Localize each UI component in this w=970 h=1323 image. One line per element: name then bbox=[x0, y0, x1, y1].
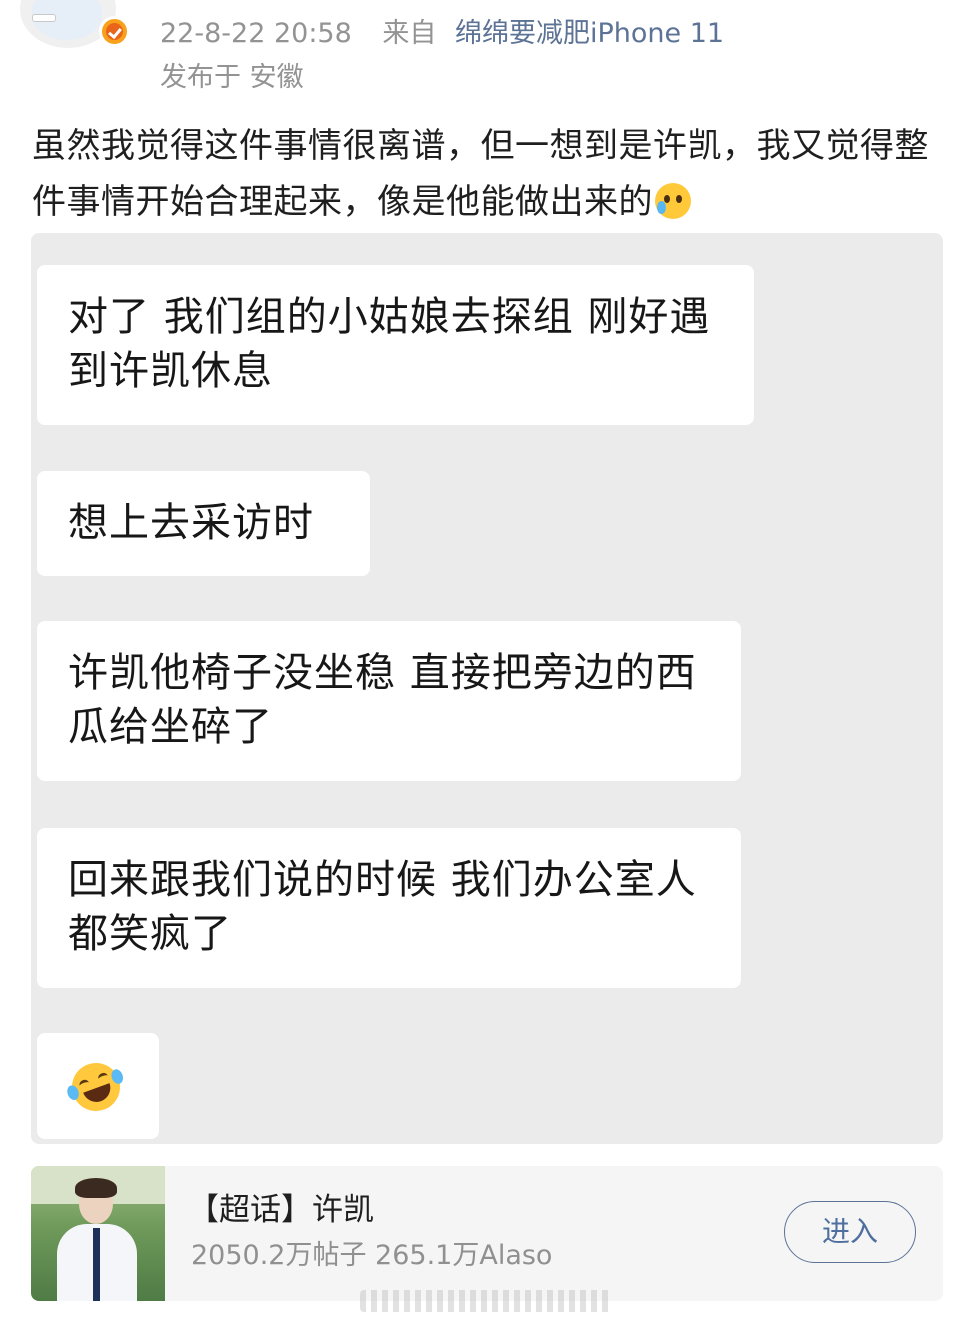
chat-bubble: 许凯他椅子没坐稳 直接把旁边的西瓜给坐碎了 bbox=[37, 621, 741, 781]
post-source-label: 来自 bbox=[382, 18, 437, 49]
chat-bubble: 想上去采访时 bbox=[37, 471, 370, 576]
chat-bubble-emoji bbox=[37, 1033, 159, 1139]
post-device-link[interactable]: 绵绵要减肥iPhone 11 bbox=[455, 18, 724, 49]
post-meta: 22-8-22 20:58 来自 绵绵要减肥iPhone 11 bbox=[160, 13, 724, 55]
super-topic-card[interactable]: 【超话】许凯 2050.2万帖子 265.1万Alaso 进入 bbox=[31, 1166, 943, 1301]
rolling-laughing-emoji-icon bbox=[65, 1056, 127, 1118]
post-body-text: 虽然我觉得这件事情很离谱，但一想到是许凯，我又觉得整件事情开始合理起来，像是他能… bbox=[32, 126, 929, 222]
watermark bbox=[360, 1290, 612, 1312]
chat-screenshot-image[interactable]: 对了 我们组的小姑娘去探组 刚好遇到许凯休息 想上去采访时 许凯他椅子没坐稳 直… bbox=[31, 233, 943, 1144]
chat-bubble: 对了 我们组的小姑娘去探组 刚好遇到许凯休息 bbox=[37, 265, 754, 425]
post-location: 发布于 安徽 bbox=[160, 62, 304, 93]
topic-stats: 2050.2万帖子 265.1万Alaso bbox=[191, 1240, 553, 1271]
post-body: 虽然我觉得这件事情很离谱，但一想到是许凯，我又觉得整件事情开始合理起来，像是他能… bbox=[32, 118, 932, 230]
enter-topic-button[interactable]: 进入 bbox=[784, 1201, 916, 1263]
sweat-crying-face-emoji-icon bbox=[655, 183, 691, 219]
topic-title: 【超话】许凯 bbox=[188, 1192, 374, 1228]
verified-badge-icon bbox=[99, 16, 130, 47]
bone-icon bbox=[32, 14, 56, 22]
chat-bubble: 回来跟我们说的时候 我们办公室人都笑疯了 bbox=[37, 828, 741, 988]
post-time: 22-8-22 20:58 bbox=[160, 18, 352, 49]
topic-thumbnail-image bbox=[31, 1166, 165, 1301]
